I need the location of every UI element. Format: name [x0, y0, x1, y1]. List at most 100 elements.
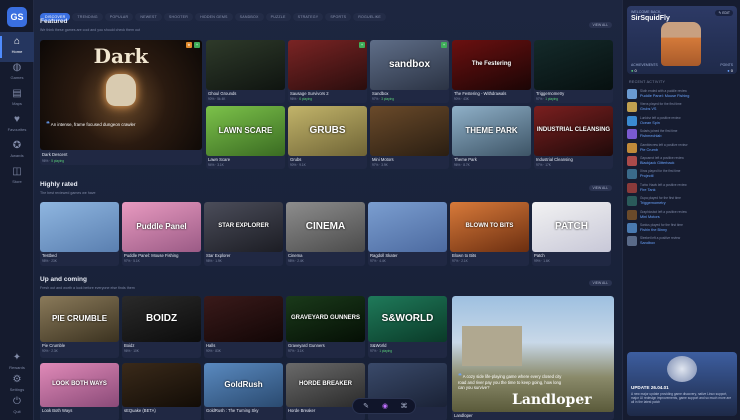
- activity-item[interactable]: Gapcarrot left a positive review Blackjac…: [627, 155, 737, 167]
- edit-label: EDIT: [722, 11, 730, 15]
- featured-game-card[interactable]: Triggernometry 97% · 1 playing: [534, 40, 613, 103]
- power-icon: ⏻: [13, 396, 21, 407]
- activity-item[interactable]: Graphicsbot left a positive review Mini M…: [627, 209, 737, 221]
- rated-game-card[interactable]: STAR EXPLORER Star Explorer 98% · 1.9K: [204, 202, 283, 266]
- rated-game-card[interactable]: PATCH Patch 99% · 1.6K: [532, 202, 611, 266]
- upcoming-game-card[interactable]: PIE CRUMBLE Pie Crumble 90% · 2.3K: [40, 296, 119, 358]
- activity-item[interactable]: Gupa played for the first time Triggernom…: [627, 195, 737, 207]
- activity-game-link[interactable]: Blackjack Gitterback: [640, 161, 674, 165]
- highly-rated-view-all-button[interactable]: VIEW ALL: [588, 185, 612, 191]
- upcoming-game-thumbnail: S&WORLD: [368, 296, 447, 342]
- featured-game-thumbnail: sandbox: [370, 40, 449, 90]
- upcoming-game-name: GoldRush : The Turning Sky: [206, 408, 259, 413]
- hero-name: Dark Descent: [42, 152, 68, 157]
- activity-game-link[interactable]: Sandbox: [640, 241, 655, 245]
- tab-hidden-gems[interactable]: Hidden Gems: [195, 13, 233, 21]
- upcoming-game-card[interactable]: LOOK BOTH WAYS Look Both Ways: [40, 363, 119, 420]
- upcoming-game-card[interactable]: Halls 90% · 83K: [204, 296, 283, 358]
- rated-game-rating: 97%: [370, 259, 377, 263]
- rated-game-card[interactable]: Testbed 98% · 23K: [40, 202, 119, 266]
- edit-profile-button[interactable]: ✎ EDIT: [715, 10, 733, 16]
- tab-roguelike[interactable]: Roguelike: [353, 13, 387, 21]
- tab-sports[interactable]: Sports: [325, 13, 352, 21]
- rated-game-card[interactable]: Ragdoll Skater 97% · 4.4K: [368, 202, 447, 266]
- up-coming-view-all-button[interactable]: VIEW ALL: [588, 280, 612, 286]
- featured-game-card[interactable]: The Festering The Festering - Withdrawals…: [452, 40, 531, 103]
- activity-item[interactable]: Xiros played for the first time Projectil: [627, 168, 737, 180]
- upcoming-game-card[interactable]: S&WORLD S&World 97% · 1 playing: [368, 296, 447, 358]
- featured-game-rating: 96%: [454, 163, 461, 167]
- avatar[interactable]: [661, 22, 701, 66]
- rail-item-store[interactable]: ◫ Store: [0, 162, 34, 192]
- activity-game-link[interactable]: Grubs VS: [640, 107, 656, 111]
- featured-game-card[interactable]: LAWN SCARE Lawn Scare 94% · 3.1K: [206, 106, 285, 169]
- people-icon[interactable]: ⌘: [399, 402, 409, 412]
- activity-item[interactable]: Turbo Hawk left a positive review Fire Ta…: [627, 182, 737, 194]
- tab-trending[interactable]: Trending: [72, 13, 103, 21]
- featured-hero-card[interactable]: Dark ❝ An intense, frame focused dungeon…: [40, 40, 202, 165]
- rated-game-rating: 98%: [288, 259, 295, 263]
- rated-game-card[interactable]: CINEMA Cinema 98% · 2.4K: [286, 202, 365, 266]
- update-text: A new major update providing game discov…: [631, 392, 732, 405]
- upcoming-hero-card[interactable]: ❝ A cozy side life-playing game where ev…: [452, 296, 614, 420]
- featured-game-thumbnail: [534, 40, 613, 90]
- featured-game-card[interactable]: Sausage Survivors 2 96% · 6 playing +: [288, 40, 367, 103]
- featured-view-all-button[interactable]: VIEW ALL: [588, 22, 612, 28]
- upcoming-game-card[interactable]: GoldRush GoldRush : The Turning Sky: [204, 363, 283, 420]
- activity-game-link[interactable]: Pie Crumb: [640, 148, 658, 152]
- app-logo[interactable]: GS: [7, 7, 27, 27]
- featured-game-name: Triggernometry: [536, 91, 565, 96]
- activity-game-link[interactable]: Ocean Spin: [640, 121, 660, 125]
- tab-shooter[interactable]: Shooter: [163, 13, 194, 21]
- activity-game-link[interactable]: Fire Tank: [640, 188, 656, 192]
- upcoming-game-thumbnail-title: BOIDZ: [145, 313, 178, 324]
- featured-game-card[interactable]: THEME PARK Theme Park 96% · 8.7K: [452, 106, 531, 169]
- featured-game-rating: 97%: [536, 97, 543, 101]
- rated-game-card[interactable]: BLOWN TO BITS Blown to Bits 97% · 2.1K: [450, 202, 529, 266]
- activity-item[interactable]: Lunkinz left a positive review Ocean Spin: [627, 115, 737, 127]
- tab-sandbox[interactable]: Sandbox: [234, 13, 264, 21]
- activity-item[interactable]: Sloth ended with a puddle review Puddle P…: [627, 88, 737, 100]
- activity-game-link[interactable]: Fishin the Binny: [640, 228, 667, 232]
- upcoming-game-meta: 97% · 1 playing: [370, 349, 392, 353]
- tab-puzzle[interactable]: Puzzle: [265, 13, 291, 21]
- tab-strategy[interactable]: Strategy: [292, 13, 324, 21]
- activity-game-link[interactable]: Triggernometry: [640, 201, 666, 205]
- activity-game-link[interactable]: Projectil: [640, 174, 654, 178]
- featured-game-card[interactable]: Ghoul Grounds 90% · 5k 4K: [206, 40, 285, 103]
- tab-popular[interactable]: Popular: [104, 13, 134, 21]
- tab-newest[interactable]: Newest: [135, 13, 162, 21]
- featured-game-count: 5k 4K: [217, 97, 226, 101]
- new-badge-icon: +: [194, 42, 200, 48]
- activity-item[interactable]: Sanlus played for the first time Fishin t…: [627, 222, 737, 234]
- heart-icon: ♥: [14, 114, 20, 125]
- featured-game-card[interactable]: Mini Motors 97% · 3.9K: [370, 106, 449, 169]
- upcoming-game-meta: 90% · 83K: [206, 349, 221, 353]
- rated-game-thumbnail-title: Puddle Panel: [136, 222, 187, 231]
- activity-thumbnail: [627, 102, 637, 113]
- update-feature-card[interactable]: UPDATE 26.04.01 A new major update provi…: [627, 352, 737, 416]
- upcoming-game-thumbnail-title: GRAVEYARD GUNNERS: [290, 315, 360, 321]
- rated-game-name: Star Explorer: [206, 253, 231, 258]
- avatar-icon[interactable]: ◉: [380, 402, 390, 412]
- rated-game-name: Cinema: [288, 253, 303, 258]
- featured-game-card[interactable]: GRUBS Grubs 90% · 9.1K: [288, 106, 367, 169]
- upcoming-game-players: 1 playing: [379, 349, 392, 353]
- activity-item[interactable]: Solaris joined the first time Fishmechlab: [627, 128, 737, 140]
- activity-item[interactable]: Vierra played for the first time Grubs VS: [627, 101, 737, 113]
- edit-icon[interactable]: ✎: [361, 402, 371, 412]
- featured-game-card[interactable]: sandbox Sandbox 97% · 3 playing +: [370, 40, 449, 103]
- rail-item-quit[interactable]: ⏻ Quit: [0, 392, 34, 420]
- activity-item[interactable]: Gamblecrew left a positive review Pie Cru…: [627, 142, 737, 154]
- rated-game-card[interactable]: Puddle Panel Puddle Panel: Mouse Fishing 9…: [122, 202, 201, 266]
- upcoming-game-card[interactable]: GRAVEYARD GUNNERS Graveyard Gunners 97% · …: [286, 296, 365, 358]
- activity-item[interactable]: Sleeket left a positive review Sandbox: [627, 235, 737, 247]
- upcoming-game-card[interactable]: BOIDZ Boidz 96% · 10K: [122, 296, 201, 358]
- activity-game-link[interactable]: Mini Motors: [640, 215, 660, 219]
- activity-game-link[interactable]: Fishmechlab: [640, 134, 662, 138]
- rated-game-name: Patch: [534, 253, 545, 258]
- upcoming-game-rating: 96%: [124, 349, 131, 353]
- upcoming-game-card[interactable]: sEQuake (BETA): [122, 363, 201, 420]
- activity-game-link[interactable]: Puddle Panel: Mouse Fishing: [640, 94, 689, 98]
- featured-game-card[interactable]: INDUSTRIAL CLEANSING Industrial Cleansing…: [534, 106, 613, 169]
